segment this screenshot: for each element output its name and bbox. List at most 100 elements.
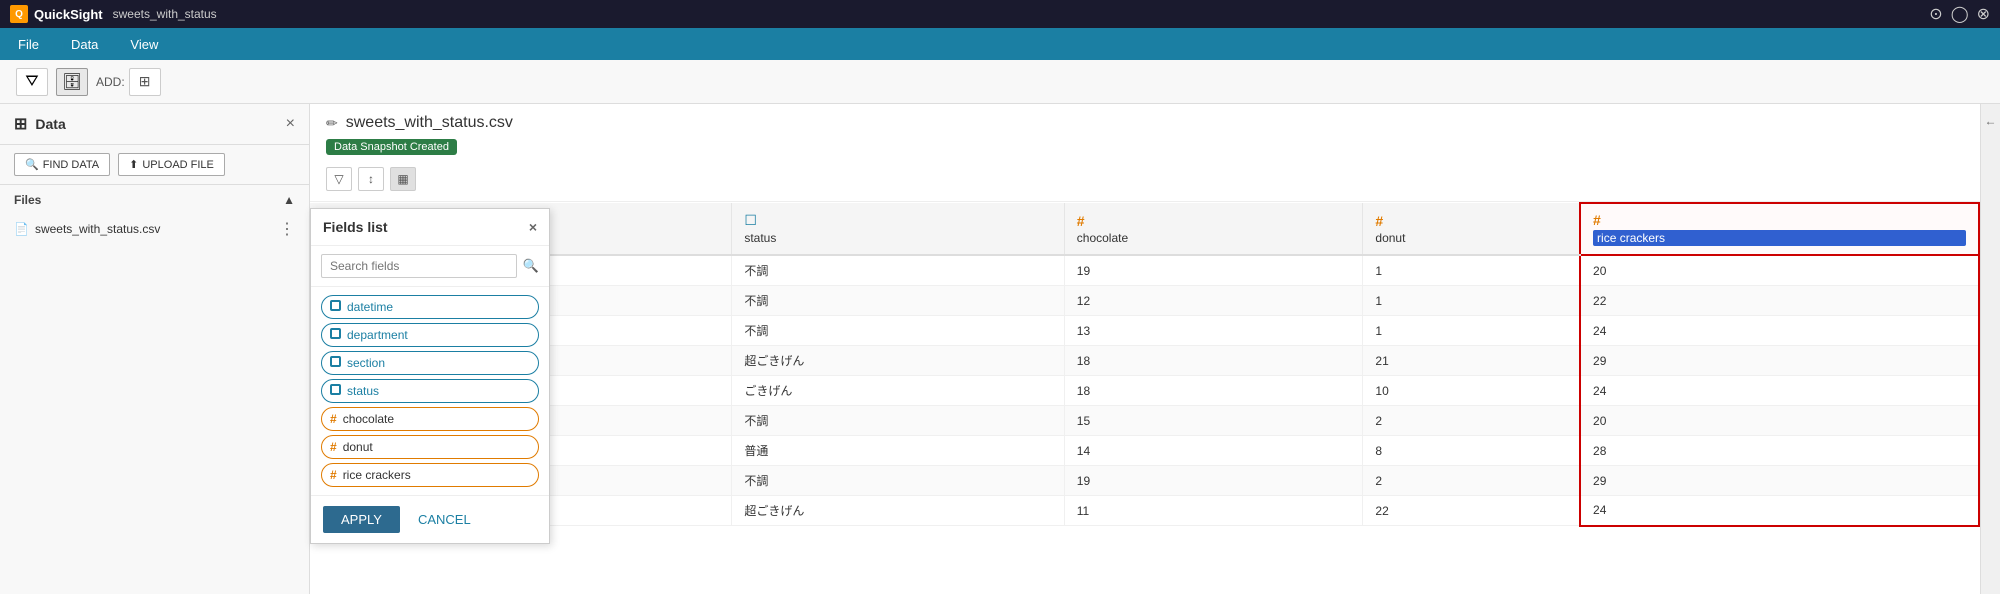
table-cell: 19 xyxy=(1064,466,1363,496)
menu-view[interactable]: View xyxy=(124,33,164,56)
search-icon: 🔍 xyxy=(25,158,39,171)
files-collapse-icon: ▲ xyxy=(283,193,295,207)
menu-data[interactable]: Data xyxy=(65,33,104,56)
field-name: datetime xyxy=(347,300,393,314)
fields-search-input[interactable] xyxy=(321,254,517,278)
snapshot-badge: Data Snapshot Created xyxy=(326,139,457,155)
field-name: status xyxy=(347,384,379,398)
table-cell: 不調 xyxy=(732,466,1064,496)
table-cell: 18 xyxy=(1064,346,1363,376)
file-menu-icon[interactable]: ⋮ xyxy=(279,219,295,239)
field-name: chocolate xyxy=(343,412,394,426)
string-field-icon xyxy=(330,384,341,398)
table-cell: 1 xyxy=(1363,255,1580,286)
sort-btn[interactable]: ↕ xyxy=(358,167,384,191)
table-body: EC2課不調19120Lambda課不調12122Lightsail課不調131… xyxy=(310,255,1979,526)
rice-crackers-cell: 20 xyxy=(1580,255,1979,286)
grid-btn[interactable]: ▦ xyxy=(390,167,416,191)
file-item[interactable]: 📄 sweets_with_status.csv ⋮ xyxy=(14,215,295,243)
filter-btn[interactable]: ▽ xyxy=(326,167,352,191)
table-row: EFS課超ごきげん182129 xyxy=(310,346,1979,376)
table-cell: 超ごきげん xyxy=(732,496,1064,526)
rice-crackers-cell: 24 xyxy=(1580,316,1979,346)
files-header[interactable]: Files ▲ xyxy=(14,193,295,207)
rice-crackers-cell: 24 xyxy=(1580,496,1979,526)
title-bar-filename: sweets_with_status xyxy=(113,7,217,21)
file-item-name: 📄 sweets_with_status.csv xyxy=(14,222,160,236)
menu-bar: File Data View xyxy=(0,28,2000,60)
data-panel-title: ⊞ Data xyxy=(14,114,66,134)
apply-btn[interactable]: APPLY xyxy=(323,506,400,533)
table-cell: 不調 xyxy=(732,406,1064,436)
title-bar-actions: ⊙ ◯ ⊗ xyxy=(1929,4,1990,24)
left-sidebar: ⊞ Data × 🔍 FIND DATA ⬆ UPLOAD FILE Files… xyxy=(0,104,310,594)
string-field-icon xyxy=(330,300,341,314)
table-cell: 14 xyxy=(1064,436,1363,466)
search-icon: 🔍 xyxy=(523,258,539,274)
table-row: DocumentDB課不調19229 xyxy=(310,466,1979,496)
table-cell: 21 xyxy=(1363,346,1580,376)
table-cell: 不調 xyxy=(732,255,1064,286)
number-field-icon: # xyxy=(330,412,337,426)
field-item-department[interactable]: department xyxy=(321,323,539,347)
table-row: S3課不調15220 xyxy=(310,406,1979,436)
field-name: donut xyxy=(343,440,373,454)
center-area: ✏ sweets_with_status.csv Data Snapshot C… xyxy=(310,104,1980,594)
right-collapse-btn[interactable]: ← xyxy=(1980,104,2000,594)
table-row: RDS課普通14828 xyxy=(310,436,1979,466)
csv-header: ✏ sweets_with_status.csv Data Snapshot C… xyxy=(310,104,1980,202)
field-name: department xyxy=(347,328,408,342)
number-type-icon-1: # xyxy=(1077,213,1351,229)
col-header-rice-crackers[interactable]: # rice crackers xyxy=(1580,203,1979,255)
field-name: section xyxy=(347,356,385,370)
rice-crackers-cell: 24 xyxy=(1580,376,1979,406)
string-field-icon xyxy=(330,356,341,370)
rice-crackers-cell: 29 xyxy=(1580,346,1979,376)
data-panel-header: ⊞ Data × xyxy=(0,104,309,145)
field-item-datetime[interactable]: datetime xyxy=(321,295,539,319)
fields-panel-close[interactable]: × xyxy=(529,219,537,235)
field-item-status[interactable]: status xyxy=(321,379,539,403)
table-row: FSx課ごきげん181024 xyxy=(310,376,1979,406)
table-cell: 19 xyxy=(1064,255,1363,286)
fields-footer: APPLY CANCEL xyxy=(311,495,549,543)
table-cell: 超ごきげん xyxy=(732,346,1064,376)
field-item-section[interactable]: section xyxy=(321,351,539,375)
menu-file[interactable]: File xyxy=(12,33,45,56)
table-row: Lightsail課不調13124 xyxy=(310,316,1979,346)
table-cell: 13 xyxy=(1064,316,1363,346)
rice-crackers-cell: 22 xyxy=(1580,286,1979,316)
edit-icon[interactable]: ✏ xyxy=(326,115,338,132)
table-cell: 15 xyxy=(1064,406,1363,436)
fields-search: 🔍 xyxy=(311,246,549,287)
find-data-btn[interactable]: 🔍 FIND DATA xyxy=(14,153,110,176)
fields-panel: Fields list × 🔍 datetime department sectio… xyxy=(310,208,550,544)
table-cell: 11 xyxy=(1064,496,1363,526)
settings-icon[interactable]: ⊗ xyxy=(1977,4,1990,24)
table-cell: 不調 xyxy=(732,316,1064,346)
add-datasource-btn[interactable]: ⊞ xyxy=(129,68,161,96)
field-item-rice-crackers[interactable]: #rice crackers xyxy=(321,463,539,487)
rice-crackers-cell: 28 xyxy=(1580,436,1979,466)
table-cell: 普通 xyxy=(732,436,1064,466)
org-chart-btn[interactable]: ⛛ xyxy=(16,68,48,96)
field-item-chocolate[interactable]: # chocolate xyxy=(321,407,539,431)
col-header-donut: # donut xyxy=(1363,203,1580,255)
table-header-row: ☐ section ☐ status # chocolate # xyxy=(310,203,1979,255)
fields-panel-header: Fields list × xyxy=(311,209,549,246)
table-row: DynamoDB課超ごきげん112224 xyxy=(310,496,1979,526)
field-item-donut[interactable]: #donut xyxy=(321,435,539,459)
database-btn[interactable]: 🗄 xyxy=(56,68,88,96)
data-table: ☐ section ☐ status # chocolate # xyxy=(310,202,1980,527)
data-panel-icon: ⊞ xyxy=(14,114,27,134)
help-icon[interactable]: ⊙ xyxy=(1929,4,1942,24)
upload-icon: ⬆ xyxy=(129,158,138,171)
data-table-wrap: ☐ section ☐ status # chocolate # xyxy=(310,202,1980,594)
col-header-status: ☐ status xyxy=(732,203,1064,255)
csv-title: ✏ sweets_with_status.csv xyxy=(326,114,1964,132)
data-panel-close-btn[interactable]: × xyxy=(286,115,295,133)
upload-file-btn[interactable]: ⬆ UPLOAD FILE xyxy=(118,153,225,176)
app-logo: Q QuickSight xyxy=(10,5,103,23)
cancel-btn[interactable]: CANCEL xyxy=(410,506,479,533)
user-icon[interactable]: ◯ xyxy=(1951,4,1969,24)
